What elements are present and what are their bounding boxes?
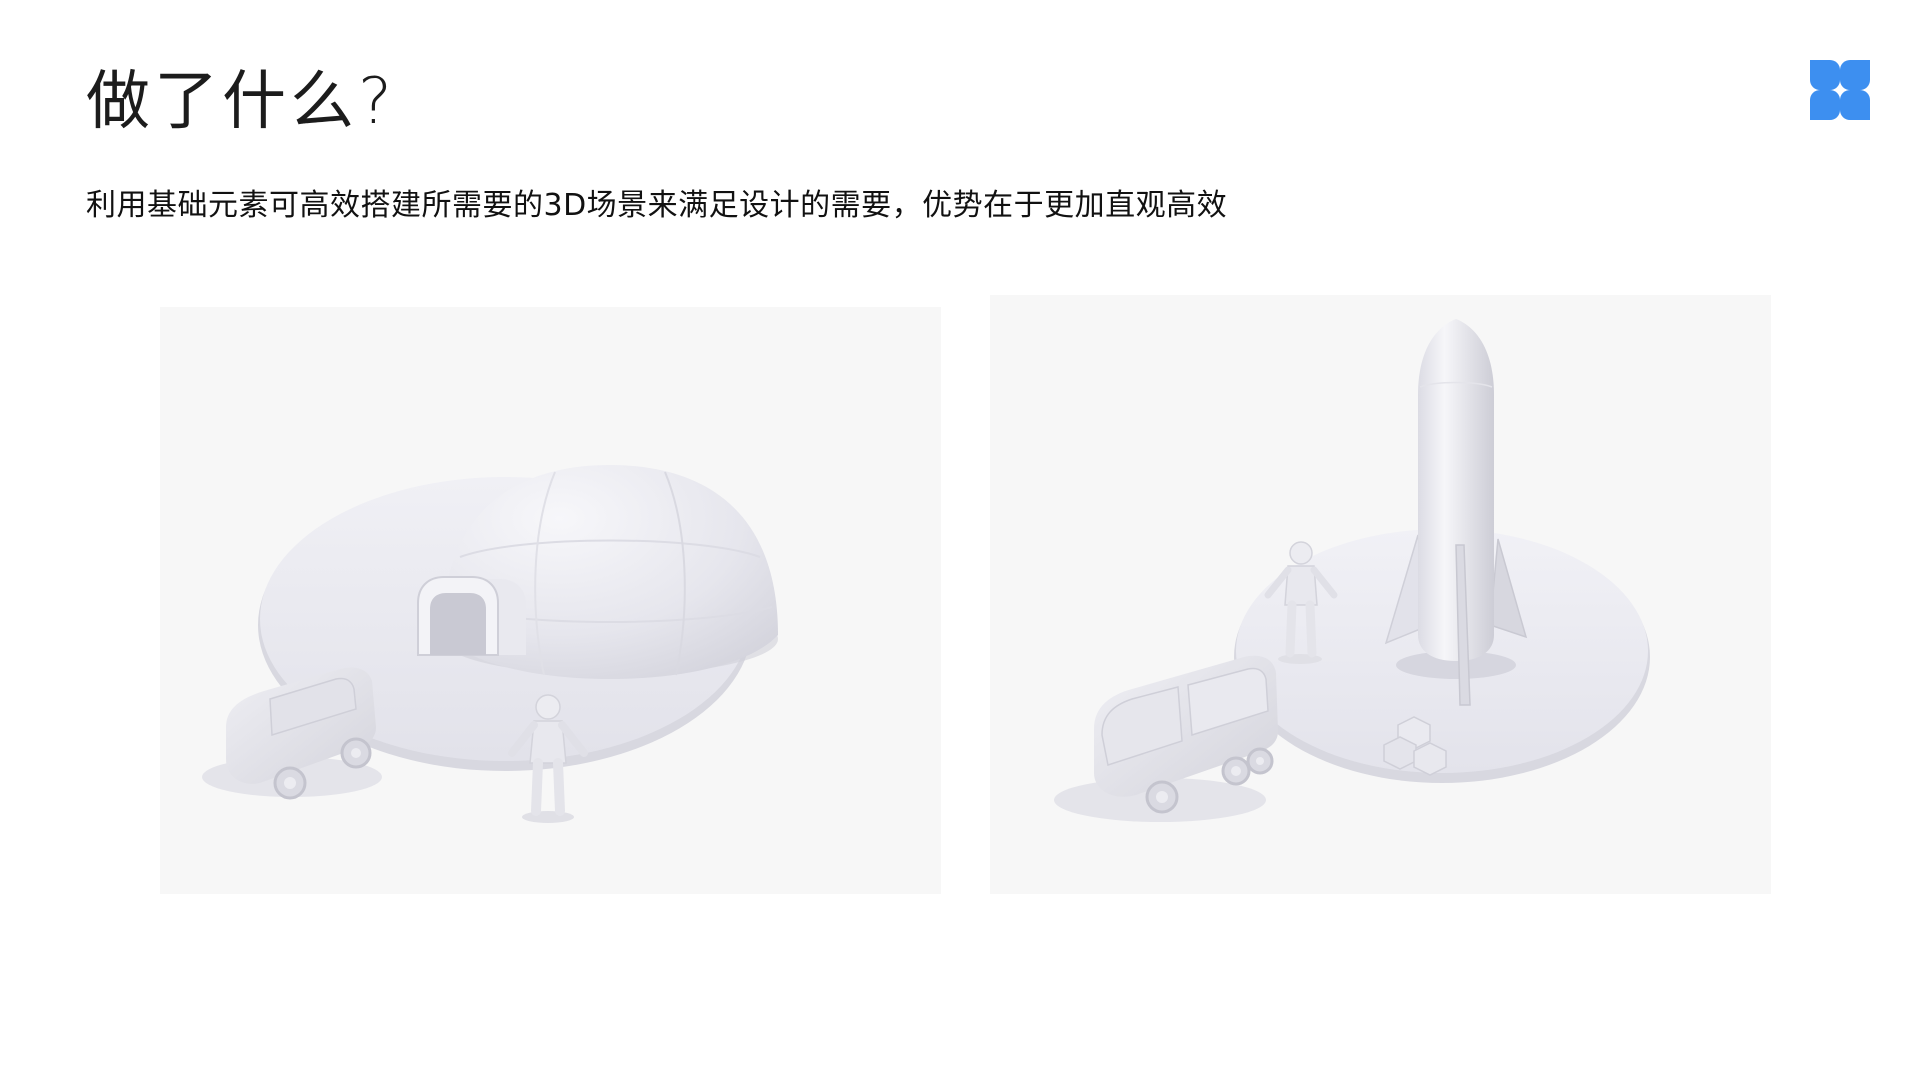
slide-title: 做了什么? xyxy=(86,65,396,139)
four-petal-logo-icon xyxy=(1808,58,1872,122)
van xyxy=(202,667,382,800)
tunnel-entrance xyxy=(417,576,526,656)
rocket-scene xyxy=(990,295,1771,894)
igloo-dome-scene xyxy=(160,307,941,894)
slide-subtitle: 利用基础元素可高效搭建所需要的3D场景来满足设计的需要，优势在于更加直观高效 xyxy=(86,188,1228,223)
van xyxy=(1054,655,1278,822)
